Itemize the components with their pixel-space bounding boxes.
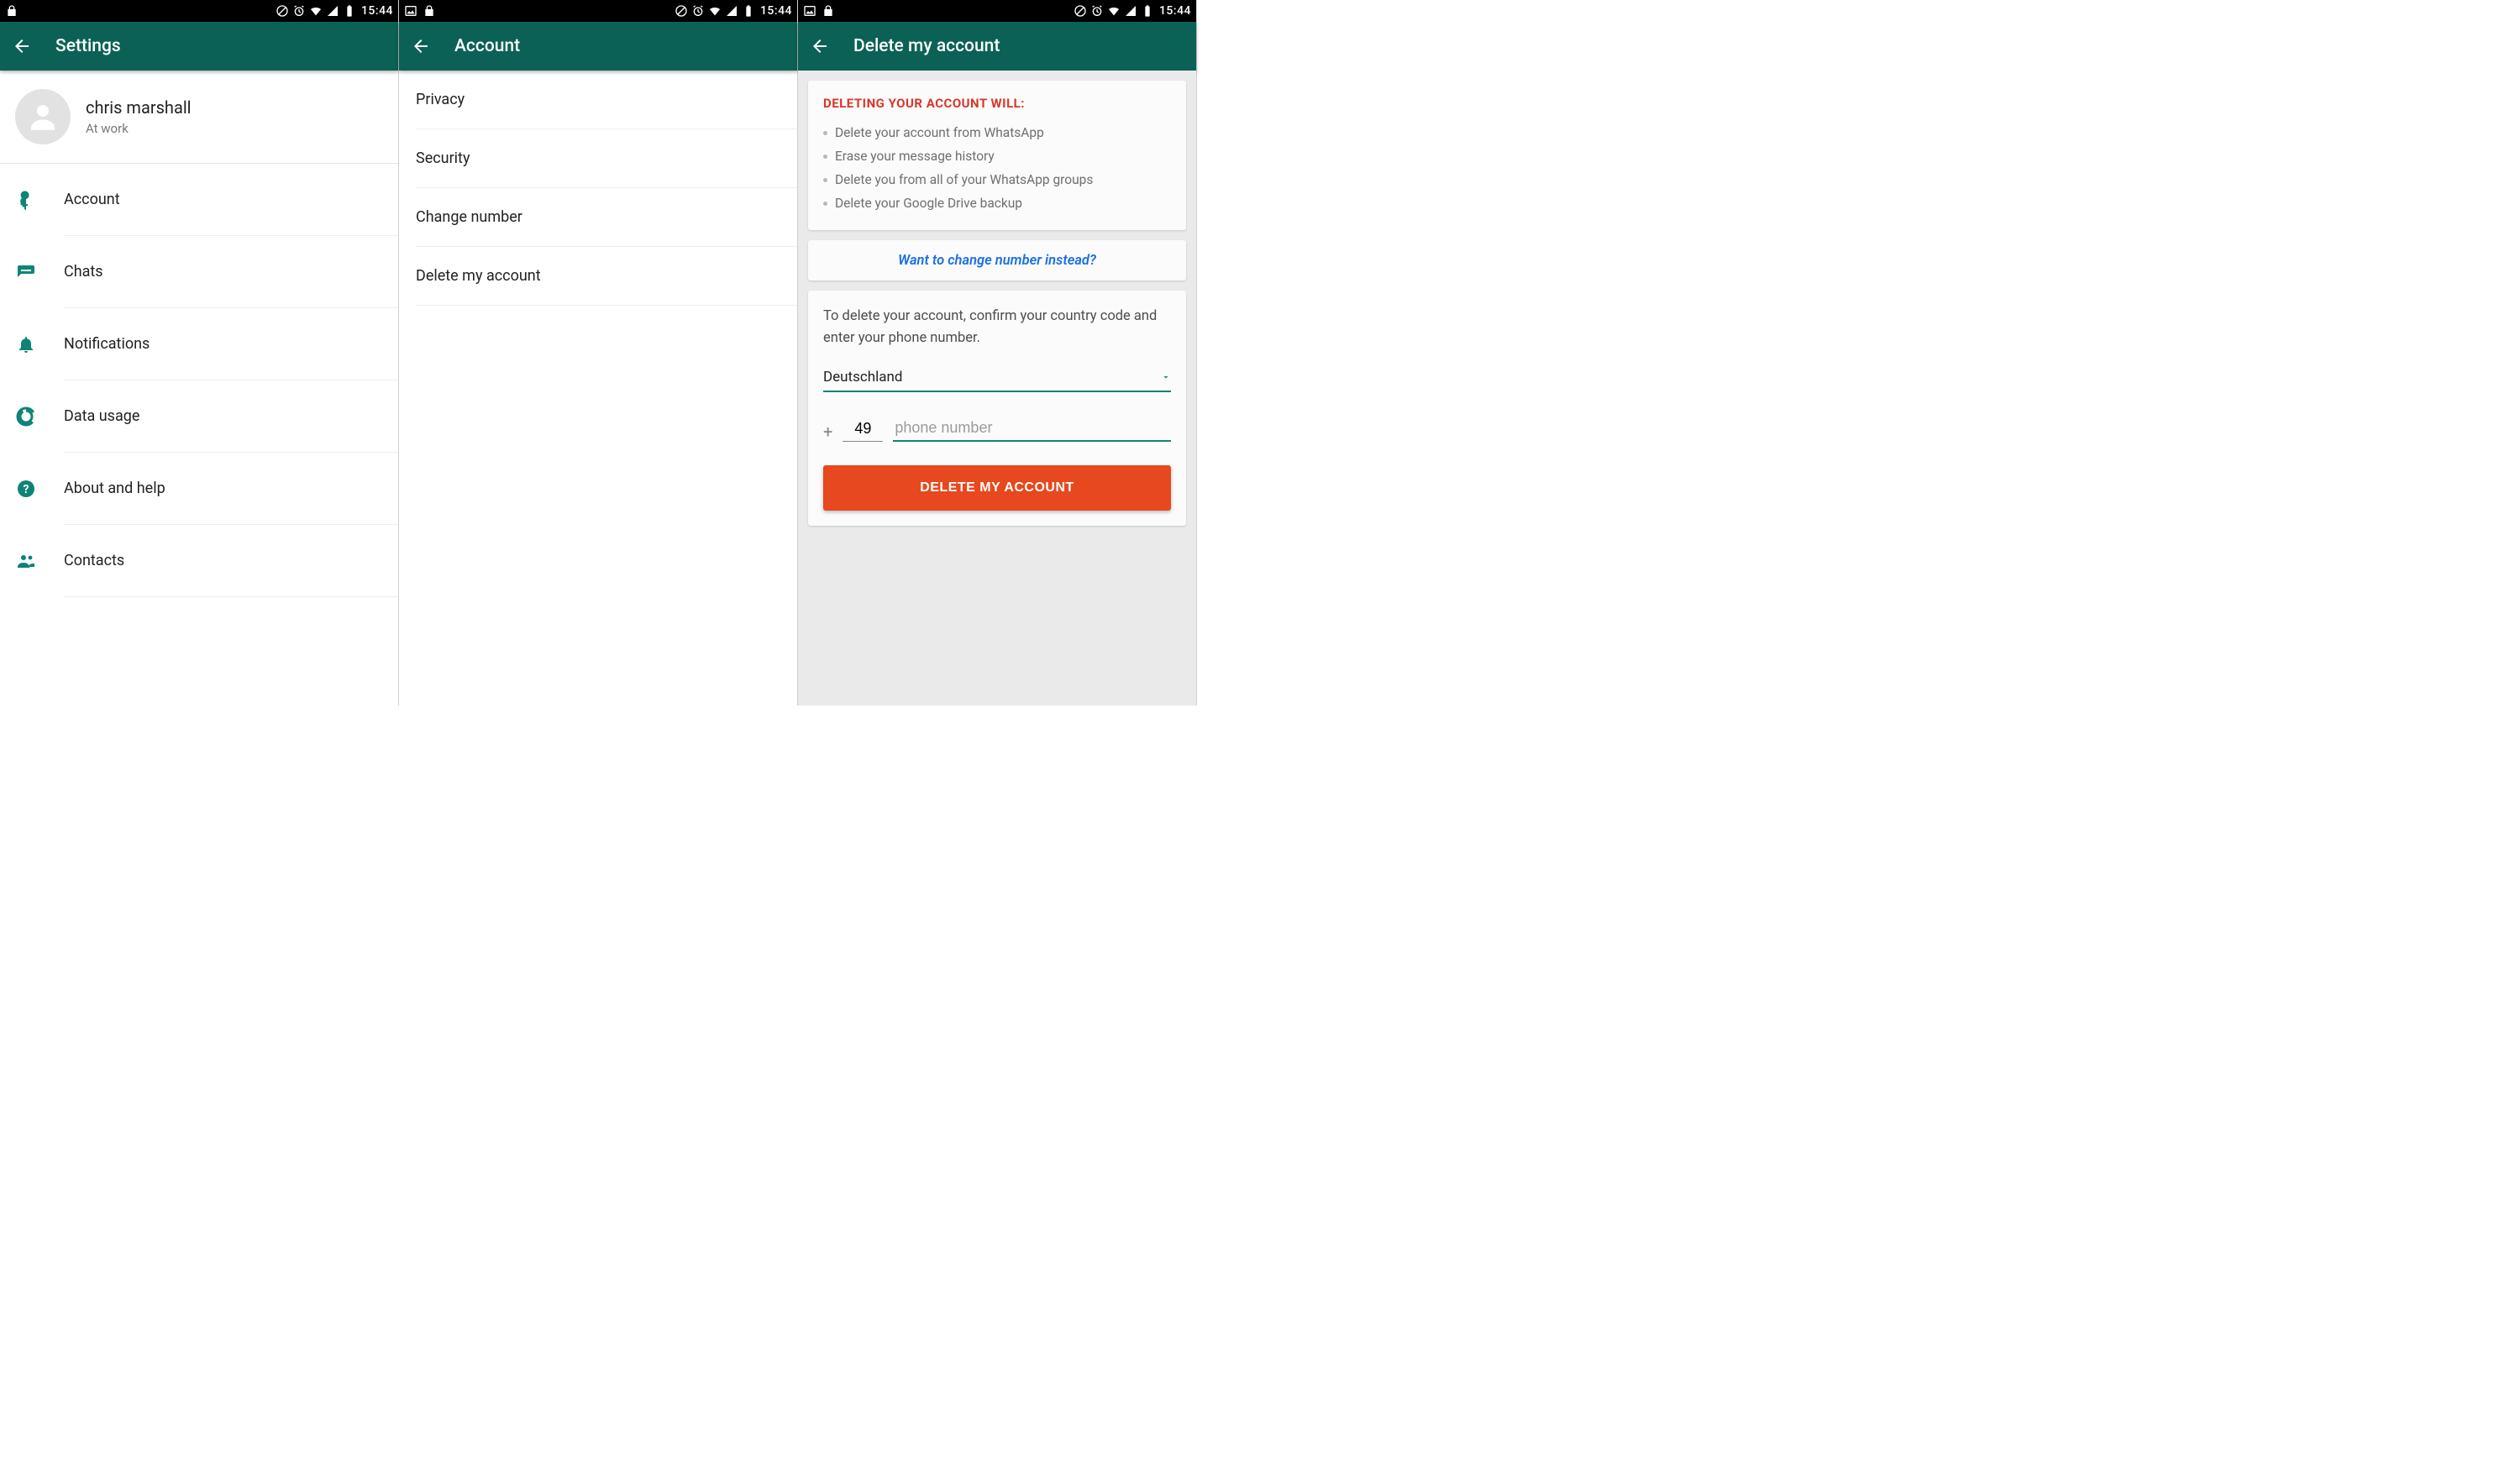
confirm-card: To delete your account, confirm your cou… — [808, 291, 1186, 526]
settings-item-contacts[interactable]: Contacts — [64, 525, 398, 597]
warning-item: Delete your account from WhatsApp — [823, 121, 1171, 144]
image-icon — [404, 4, 417, 18]
screen-settings: 15:44 Settings chris marshall At work Ac… — [0, 0, 399, 705]
profile-row[interactable]: chris marshall At work — [0, 71, 398, 164]
page-title: Delete my account — [853, 36, 1000, 56]
lock-icon — [5, 4, 18, 18]
warning-item: Erase your message history — [823, 144, 1171, 168]
app-bar: Account — [399, 22, 797, 71]
battery-icon — [742, 4, 755, 18]
account-list: Privacy Security Change number Delete my… — [399, 71, 797, 306]
back-icon[interactable] — [810, 36, 830, 56]
settings-item-data-usage[interactable]: Data usage — [64, 380, 398, 453]
phone-row: + — [823, 416, 1171, 442]
app-bar: Delete my account — [798, 22, 1196, 71]
data-icon — [15, 406, 37, 427]
warning-list: Delete your account from WhatsApp Erase … — [823, 121, 1171, 215]
back-icon[interactable] — [411, 36, 431, 56]
list-label: Security — [416, 149, 470, 167]
signal-icon — [326, 4, 339, 18]
signal-icon — [1124, 4, 1137, 18]
alarm-icon — [1090, 4, 1104, 18]
status-clock: 15:44 — [361, 4, 393, 18]
status-clock: 15:44 — [760, 4, 792, 18]
phone-number-input[interactable] — [893, 416, 1171, 442]
warning-item: Delete your Google Drive backup — [823, 191, 1171, 215]
settings-label: Account — [64, 191, 120, 208]
wifi-icon — [1107, 4, 1121, 18]
settings-item-about[interactable]: ? About and help — [64, 453, 398, 525]
screen-account: 15:44 Account Privacy Security Change nu… — [399, 0, 798, 705]
signal-icon — [725, 4, 738, 18]
page-title: Account — [454, 36, 520, 56]
bell-icon — [15, 333, 37, 355]
page-title: Settings — [55, 36, 121, 56]
chat-icon — [15, 261, 37, 283]
app-bar: Settings — [0, 22, 398, 71]
screen-delete-account: 15:44 Delete my account DELETING YOUR AC… — [798, 0, 1197, 705]
settings-label: Data usage — [64, 407, 139, 425]
country-code-input[interactable] — [843, 417, 883, 442]
status-clock: 15:44 — [1159, 4, 1191, 18]
wifi-icon — [708, 4, 722, 18]
settings-label: Chats — [64, 263, 103, 281]
status-bar: 15:44 — [798, 0, 1196, 22]
status-bar: 15:44 — [399, 0, 797, 22]
profile-name: chris marshall — [86, 97, 192, 118]
image-icon — [803, 4, 816, 18]
confirm-text: To delete your account, confirm your cou… — [823, 306, 1171, 349]
status-bar: 15:44 — [0, 0, 398, 22]
lock-icon — [423, 4, 436, 18]
contacts-icon — [15, 550, 37, 572]
chevron-down-icon — [1161, 370, 1171, 385]
profile-status: At work — [86, 121, 192, 136]
account-item-security[interactable]: Security — [416, 129, 797, 188]
account-item-privacy[interactable]: Privacy — [416, 71, 797, 129]
help-icon: ? — [15, 478, 37, 500]
list-label: Delete my account — [416, 267, 541, 285]
no-sim-icon — [1074, 4, 1087, 18]
alarm-icon — [691, 4, 705, 18]
change-number-link[interactable]: Want to change number instead? — [898, 253, 1096, 269]
account-item-delete[interactable]: Delete my account — [416, 247, 797, 306]
account-item-change-number[interactable]: Change number — [416, 188, 797, 247]
key-icon — [15, 189, 37, 211]
battery-icon — [1141, 4, 1154, 18]
avatar — [15, 89, 71, 144]
no-sim-icon — [675, 4, 688, 18]
battery-icon — [343, 4, 356, 18]
change-number-card: Want to change number instead? — [808, 240, 1186, 281]
settings-list: Account Chats Notifications Data usage ?… — [0, 164, 398, 597]
plus-icon: + — [823, 422, 832, 442]
warning-item: Delete you from all of your WhatsApp gro… — [823, 168, 1171, 191]
settings-label: Contacts — [64, 552, 124, 569]
list-label: Change number — [416, 208, 522, 226]
wifi-icon — [309, 4, 323, 18]
delete-account-button[interactable]: DELETE MY ACCOUNT — [823, 465, 1171, 511]
settings-label: Notifications — [64, 335, 150, 353]
alarm-icon — [292, 4, 306, 18]
country-select[interactable]: Deutschland — [823, 364, 1171, 392]
svg-text:?: ? — [24, 483, 29, 496]
country-name: Deutschland — [823, 369, 903, 385]
settings-item-notifications[interactable]: Notifications — [64, 308, 398, 380]
settings-label: About and help — [64, 480, 165, 497]
settings-item-account[interactable]: Account — [64, 164, 398, 236]
settings-item-chats[interactable]: Chats — [64, 236, 398, 308]
lock-icon — [822, 4, 835, 18]
warning-heading: DELETING YOUR ACCOUNT WILL: — [823, 96, 1171, 111]
warning-card: DELETING YOUR ACCOUNT WILL: Delete your … — [808, 81, 1186, 230]
back-icon[interactable] — [12, 36, 32, 56]
no-sim-icon — [276, 4, 289, 18]
list-label: Privacy — [416, 91, 465, 108]
